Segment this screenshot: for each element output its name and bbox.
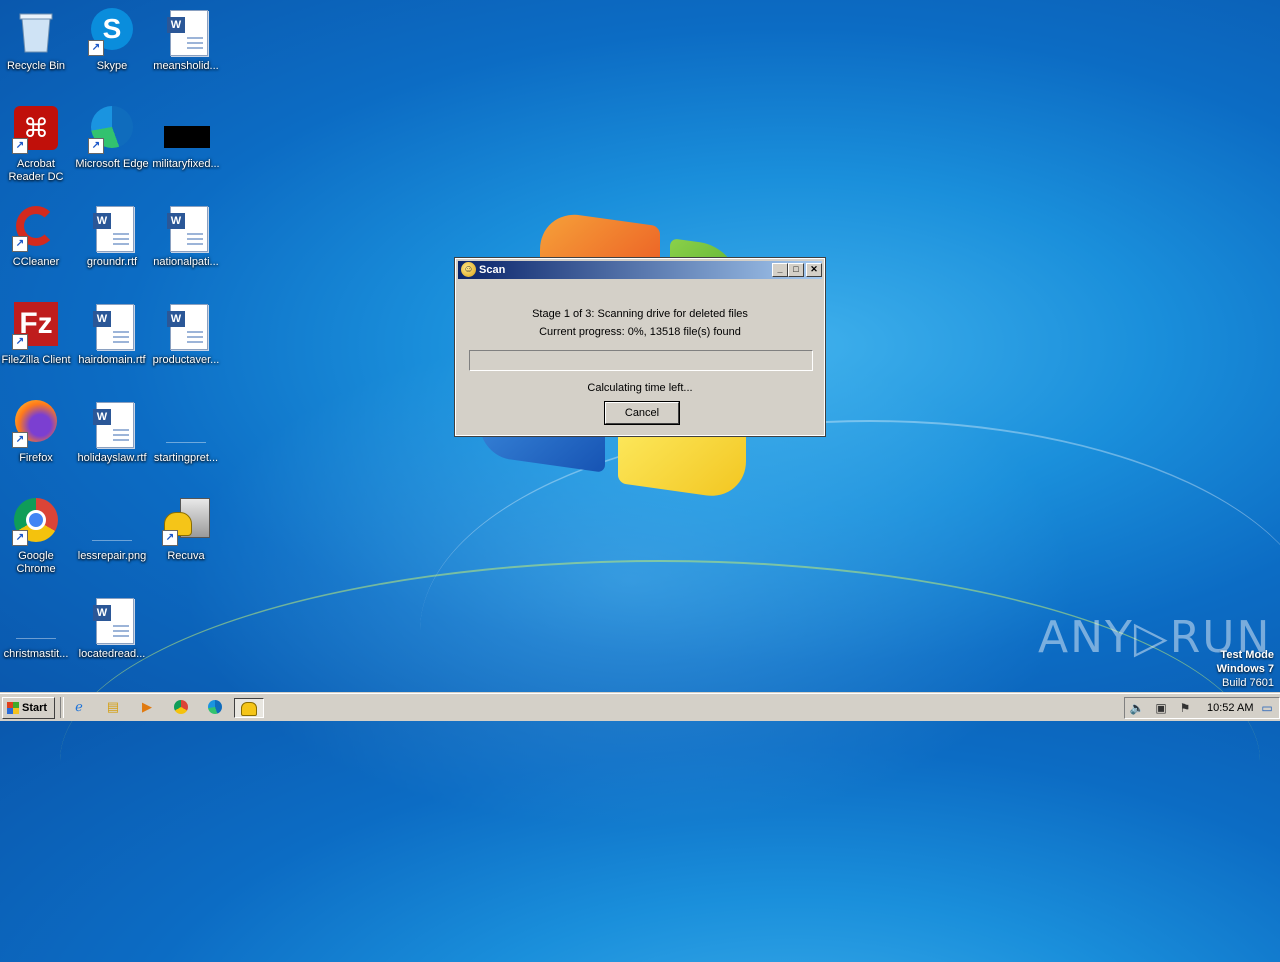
explorer-icon[interactable]: ▤ (103, 698, 123, 716)
build-line: Build 7601 (1222, 677, 1274, 689)
desktop-icon-skype[interactable]: S ↗ Skype (74, 2, 150, 92)
dialog-titlebar[interactable]: ☺ Scan _ □ ✕ (458, 261, 822, 279)
word-doc-icon: W (162, 8, 210, 56)
word-doc-icon: W (88, 204, 136, 252)
blank-file-icon (12, 596, 60, 644)
scan-dialog: ☺ Scan _ □ ✕ Stage 1 of 3: Scanning driv… (454, 257, 826, 437)
maximize-button[interactable]: □ (788, 263, 804, 277)
desktop-icon-firefox[interactable]: ↗ Firefox (0, 394, 74, 484)
time-left-text: Calculating time left... (587, 382, 693, 394)
desktop-icon-filezilla[interactable]: Fz ↗ FileZilla Client (0, 296, 74, 386)
ccleaner-icon: ↗ (12, 204, 60, 252)
desktop-icon-nationalpati[interactable]: W nationalpati... (148, 198, 224, 288)
desktop-icon-recuva[interactable]: ↗ Recuva (148, 492, 224, 582)
chrome-icon[interactable] (171, 698, 191, 716)
taskbar-separator (60, 697, 64, 718)
skype-icon: S ↗ (88, 8, 136, 56)
desktop-icon-groundr[interactable]: W groundr.rtf (74, 198, 150, 288)
dialog-title: Scan (479, 264, 506, 276)
desktop-icon-militaryfixed[interactable]: militaryfixed... (148, 100, 224, 190)
stage-text: Stage 1 of 3: Scanning drive for deleted… (532, 308, 748, 320)
word-doc-icon: W (162, 302, 210, 350)
blank-file-icon (162, 400, 210, 448)
windows-flag-icon (7, 702, 19, 714)
flag-icon[interactable]: ⚑ (1177, 700, 1193, 716)
desktop-icon-acrobat[interactable]: ⌘ ↗ Acrobat Reader DC (0, 100, 74, 190)
desktop-icon-ccleaner[interactable]: ↗ CCleaner (0, 198, 74, 288)
recuva-icon: ↗ (162, 498, 210, 546)
close-button[interactable]: ✕ (806, 263, 822, 277)
word-doc-icon: W (88, 596, 136, 644)
word-doc-icon: W (88, 302, 136, 350)
minimize-button[interactable]: _ (772, 263, 788, 277)
desktop-icon-lessrepair[interactable]: lessrepair.png (74, 492, 150, 582)
test-mode-text: Test Mode Windows 7 Build 7601 (1217, 648, 1274, 690)
desktop-icon-holidayslaw[interactable]: W holidayslaw.rtf (74, 394, 150, 484)
start-label: Start (22, 702, 48, 714)
cancel-button[interactable]: Cancel (604, 401, 680, 425)
black-file-icon (162, 106, 210, 154)
desktop-icon-startingpret[interactable]: startingpret... (148, 394, 224, 484)
edge-icon[interactable] (205, 698, 225, 716)
media-player-icon[interactable]: ▶ (137, 698, 157, 716)
taskbar: Start ℯ ▤ ▶ 🔈 ▣ ⚑ 10:52 AM ▭ (0, 693, 1280, 721)
blank-file-icon (88, 498, 136, 546)
recuva-icon (241, 702, 257, 716)
chrome-icon: ↗ (12, 498, 60, 546)
start-button[interactable]: Start (2, 697, 55, 719)
ie-icon[interactable]: ℯ (69, 698, 89, 716)
recuva-icon: ☺ (461, 262, 476, 277)
test-mode-line: Test Mode (1220, 649, 1274, 661)
desktop-icon-chrome[interactable]: ↗ Google Chrome (0, 492, 74, 582)
desktop-icon-edge[interactable]: ↗ Microsoft Edge (74, 100, 150, 190)
desktop-icon-hairdomain[interactable]: W hairdomain.rtf (74, 296, 150, 386)
progress-text: Current progress: 0%, 13518 file(s) foun… (539, 326, 741, 338)
volume-icon[interactable]: 🔈 (1129, 700, 1145, 716)
word-doc-icon: W (88, 400, 136, 448)
network-icon[interactable]: ▣ (1153, 700, 1169, 716)
desktop-icon-meansholid[interactable]: W meansholid... (148, 2, 224, 92)
desktop-icon-locatedread[interactable]: W locatedread... (74, 590, 150, 680)
word-doc-icon: W (162, 204, 210, 252)
desktop-icon-productaver[interactable]: W productaver... (148, 296, 224, 386)
system-tray: 🔈 ▣ ⚑ 10:52 AM ▭ (1124, 697, 1280, 719)
firefox-icon: ↗ (12, 400, 60, 448)
show-desktop-icon[interactable]: ▭ (1259, 700, 1275, 716)
recuva-task-button[interactable] (234, 698, 264, 718)
scan-progress-bar (469, 350, 813, 371)
desktop-icon-christmastit[interactable]: christmastit... (0, 590, 74, 680)
clock[interactable]: 10:52 AM (1207, 698, 1253, 718)
recycle-bin-icon (12, 8, 60, 56)
windows-version-line: Windows 7 (1216, 663, 1274, 675)
desktop-icon-recycle-bin[interactable]: Recycle Bin (0, 2, 74, 92)
filezilla-icon: Fz ↗ (12, 302, 60, 350)
edge-icon: ↗ (88, 106, 136, 154)
acrobat-icon: ⌘ ↗ (12, 106, 60, 154)
